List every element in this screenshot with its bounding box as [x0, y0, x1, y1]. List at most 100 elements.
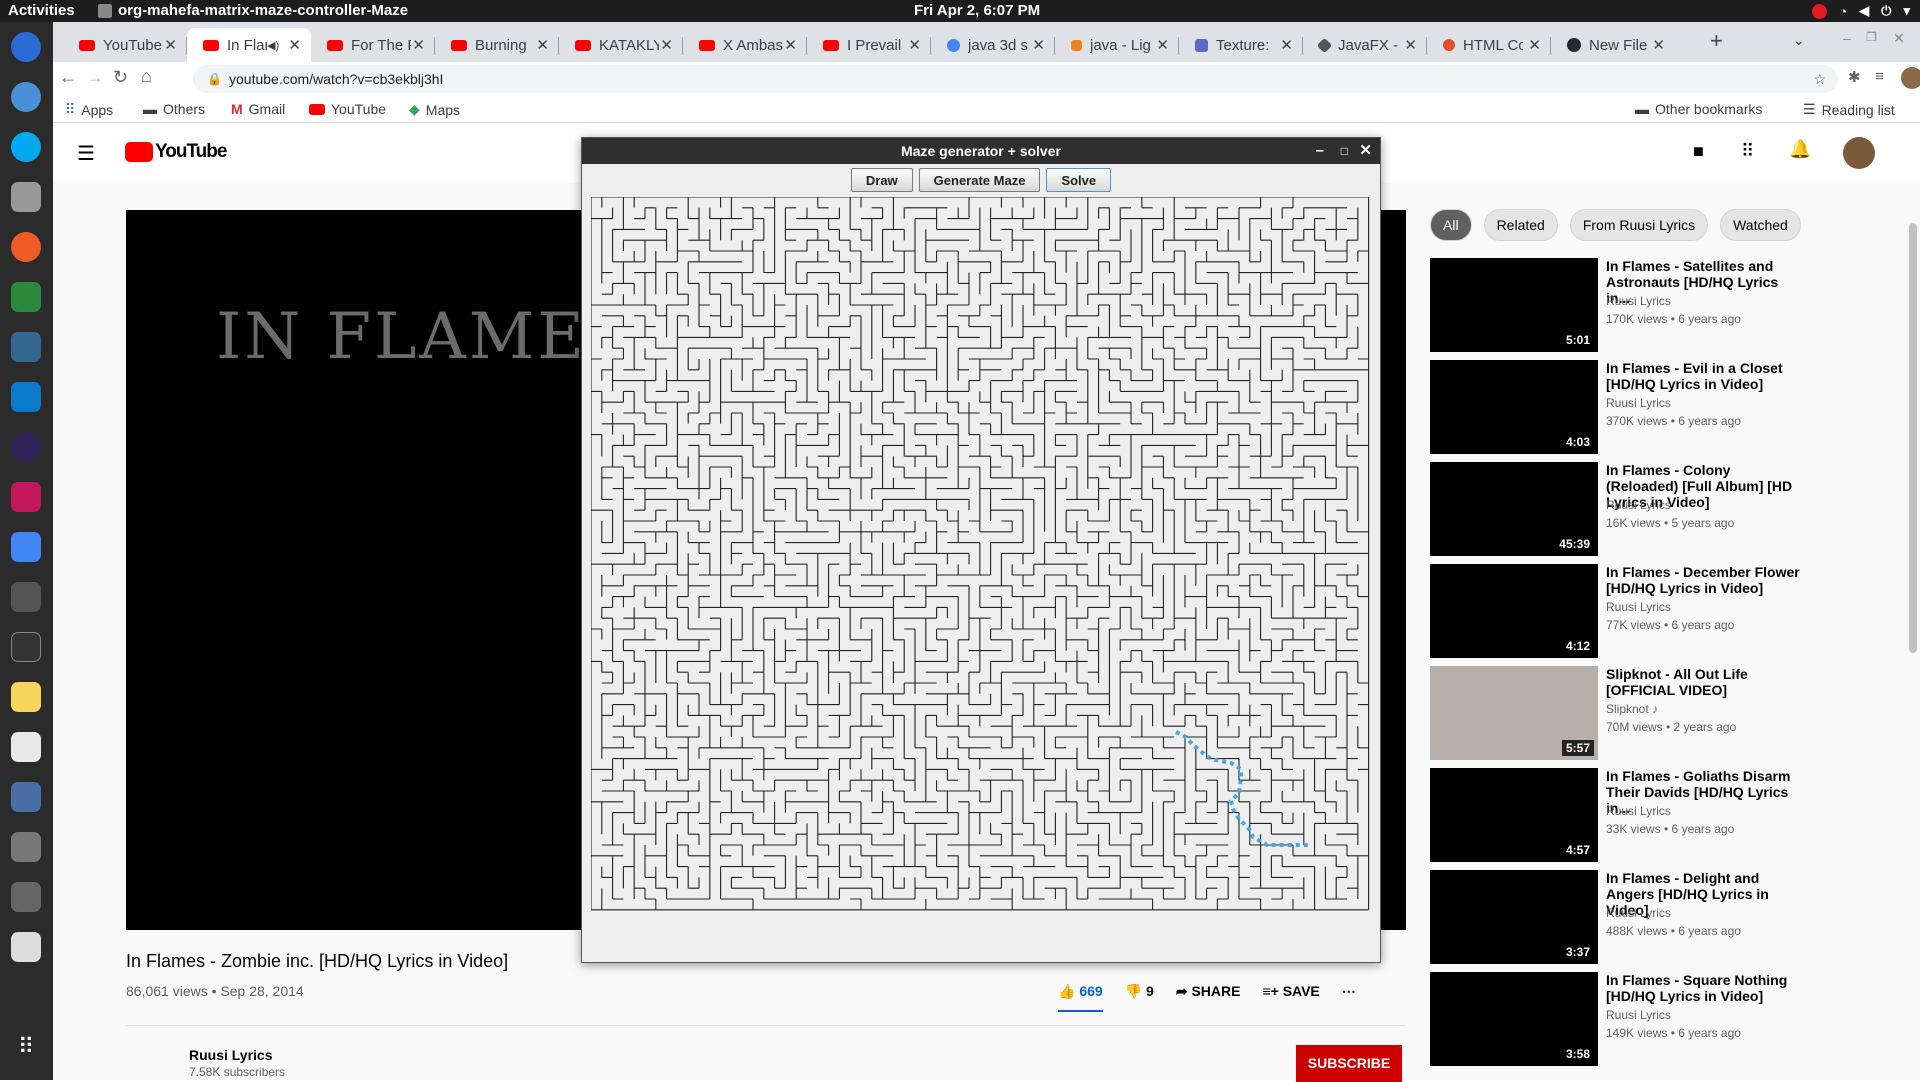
bookmark-star-icon[interactable]: ☆ — [1813, 65, 1826, 93]
close-icon[interactable]: ✕ — [1528, 36, 1541, 54]
close-icon[interactable]: ✕ — [908, 36, 921, 54]
rec-channel[interactable]: Ruusi Lyrics — [1606, 804, 1671, 818]
more-actions-icon[interactable]: ⋯ — [1342, 983, 1356, 1012]
maximize-icon[interactable]: □ — [1341, 138, 1348, 164]
recommended-video[interactable]: 4:57 In Flames - Goliaths Disarm Their Da… — [1430, 768, 1890, 862]
chip-from-channel[interactable]: From Ruusi Lyrics — [1569, 209, 1709, 241]
close-icon[interactable]: ✕ — [1652, 36, 1665, 54]
video-thumbnail[interactable]: 3:37 — [1430, 870, 1598, 964]
bookmark-maps[interactable]: ◆ Maps — [409, 101, 460, 118]
youtube-logo[interactable]: YouTube — [125, 141, 227, 163]
share-button[interactable]: ➦ SHARE — [1176, 983, 1241, 1012]
media-control-icon[interactable]: ≡ — [1875, 68, 1884, 85]
rec-title[interactable]: In Flames - Evil in a Closet [HD/HQ Lyri… — [1606, 360, 1806, 392]
gitkraken-icon[interactable] — [11, 282, 41, 312]
tab[interactable]: Burning ✕ — [435, 28, 559, 62]
account-avatar[interactable] — [1843, 137, 1875, 169]
rec-channel[interactable]: Ruusi Lyrics — [1606, 396, 1671, 410]
show-apps-icon[interactable]: ⠿ — [11, 1034, 41, 1064]
tab[interactable]: YouTube ✕ — [63, 28, 187, 62]
clock[interactable]: Fri Apr 2, 6:07 PM — [914, 2, 1040, 19]
video-thumbnail[interactable]: 3:58 — [1430, 972, 1598, 1066]
recommended-video[interactable]: 4:03 In Flames - Evil in a Closet [HD/HQ … — [1430, 360, 1890, 454]
pgadmin-icon[interactable] — [11, 332, 41, 362]
generate-maze-button[interactable]: Generate Maze — [918, 168, 1041, 192]
recommended-video[interactable]: 5:57 Slipknot - All Out Life [OFFICIAL VI… — [1430, 666, 1890, 760]
close-icon[interactable]: ✕ — [164, 36, 177, 54]
recommended-video[interactable]: 3:37 In Flames - Delight and Angers [HD/H… — [1430, 870, 1890, 964]
rec-title[interactable]: In Flames - December Flower [HD/HQ Lyric… — [1606, 564, 1806, 596]
minimize-icon[interactable]: – — [1316, 138, 1324, 164]
rec-channel[interactable]: Slipknot ♪ — [1606, 702, 1658, 716]
tab[interactable]: For The F ✕ — [311, 28, 435, 62]
create-video-icon[interactable]: ■ — [1693, 141, 1704, 162]
new-tab-button[interactable]: + — [1710, 28, 1723, 54]
channel-name[interactable]: Ruusi Lyrics — [189, 1047, 273, 1063]
java-app-icon[interactable] — [11, 932, 41, 962]
notes-icon[interactable] — [11, 682, 41, 712]
close-icon[interactable]: ✕ — [1280, 36, 1293, 54]
tab[interactable]: New File ✕ — [1551, 28, 1675, 62]
tab-active[interactable]: In Flar ◀) ✕ — [187, 28, 311, 62]
recommended-video[interactable]: 3:58 In Flames - Square Nothing [HD/HQ Ly… — [1430, 972, 1890, 1066]
skype-icon[interactable] — [11, 132, 41, 162]
tab-search-icon[interactable]: ⌄ — [1793, 32, 1805, 49]
recommended-video[interactable]: 45:39 In Flames - Colony (Reloaded) [Full… — [1430, 462, 1890, 556]
tab[interactable]: java 3d s ✕ — [931, 28, 1055, 62]
subscribe-button[interactable]: SUBSCRIBE — [1296, 1045, 1402, 1082]
profile-avatar[interactable] — [1901, 67, 1920, 89]
rec-channel[interactable]: Ruusi Lyrics — [1606, 498, 1671, 512]
minimize-icon[interactable]: – — [1843, 30, 1851, 46]
like-button[interactable]: 👍 669 — [1058, 983, 1103, 1012]
tab[interactable]: java - Lig ✕ — [1055, 28, 1179, 62]
notifications-bell-icon[interactable]: 🔔 — [1789, 139, 1811, 160]
audio-icon[interactable]: ◀) — [267, 39, 279, 52]
bookmark-youtube[interactable]: YouTube — [309, 101, 386, 117]
intellij-icon[interactable] — [11, 482, 41, 512]
bookmark-others[interactable]: ▬ Others — [143, 101, 205, 117]
solve-button[interactable]: Solve — [1046, 168, 1112, 192]
tab[interactable]: HTML Co ✕ — [1427, 28, 1551, 62]
home-icon[interactable]: ⌂ — [141, 66, 152, 87]
close-icon[interactable]: ✕ — [536, 36, 549, 54]
drive-icon[interactable] — [11, 182, 41, 212]
rec-channel[interactable]: Ruusi Lyrics — [1606, 294, 1671, 308]
chrome-icon[interactable] — [11, 82, 41, 112]
close-icon[interactable]: ✕ — [660, 36, 673, 54]
screenshot-icon[interactable] — [11, 832, 41, 862]
close-icon[interactable]: ✕ — [1404, 36, 1417, 54]
camera-icon[interactable] — [11, 582, 41, 612]
rec-channel[interactable]: Ruusi Lyrics — [1606, 906, 1671, 920]
dislike-button[interactable]: 👎 9 — [1125, 983, 1154, 1012]
editor-icon[interactable] — [11, 732, 41, 762]
system-tray[interactable]: ◔ ◀ ⏻ ▾ — [1812, 3, 1910, 19]
terminal-icon[interactable] — [11, 632, 41, 662]
calculator-icon[interactable] — [11, 882, 41, 912]
tab[interactable]: JavaFX - ✕ — [1303, 28, 1427, 62]
eclipse-icon[interactable] — [11, 432, 41, 462]
video-thumbnail[interactable]: 45:39 — [1430, 462, 1598, 556]
extensions-icon[interactable]: ✱ — [1848, 68, 1861, 86]
reload-icon[interactable]: ↻ — [113, 67, 128, 88]
close-window-icon[interactable]: ✕ — [1893, 30, 1905, 47]
recommended-video[interactable]: 5:01 In Flames - Satellites and Astronaut… — [1430, 258, 1890, 352]
apps-icon[interactable]: ⠿ — [1741, 141, 1754, 162]
back-icon[interactable]: ← — [59, 67, 77, 88]
close-icon[interactable]: ✕ — [1032, 36, 1045, 54]
docs-icon[interactable] — [11, 532, 41, 562]
rec-title[interactable]: Slipknot - All Out Life [OFFICIAL VIDEO] — [1606, 666, 1806, 698]
video-thumbnail[interactable]: 4:12 — [1430, 564, 1598, 658]
restore-icon[interactable]: ❐ — [1866, 30, 1877, 44]
chip-related[interactable]: Related — [1483, 209, 1558, 241]
video-thumbnail[interactable]: 4:57 — [1430, 768, 1598, 862]
tab[interactable]: Texture: ✕ — [1179, 28, 1303, 62]
url-input[interactable]: 🔒 youtube.com/watch?v=cb3ekblj3hI ☆ — [193, 65, 1838, 93]
rec-title[interactable]: In Flames - Square Nothing [HD/HQ Lyrics… — [1606, 972, 1806, 1004]
close-icon[interactable]: ✕ — [412, 36, 425, 54]
page-scrollbar[interactable] — [1909, 223, 1917, 653]
hamburger-menu-icon[interactable]: ☰ — [77, 141, 95, 166]
forward-icon[interactable]: → — [86, 67, 104, 88]
rec-channel[interactable]: Ruusi Lyrics — [1606, 600, 1671, 614]
postman-icon[interactable] — [11, 232, 41, 262]
video-thumbnail[interactable]: 5:01 — [1430, 258, 1598, 352]
